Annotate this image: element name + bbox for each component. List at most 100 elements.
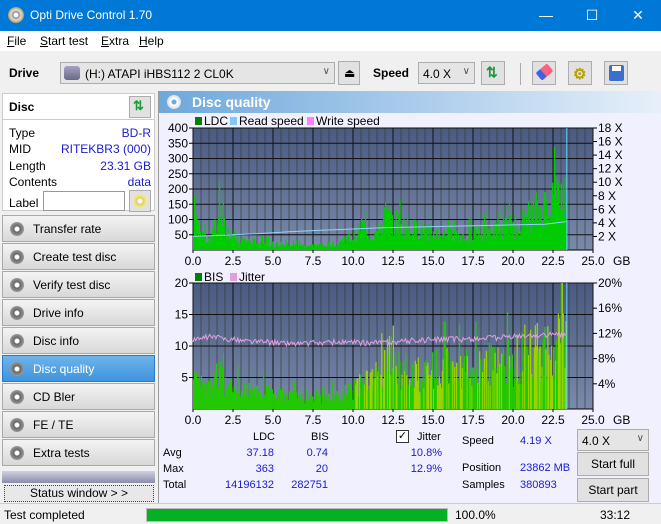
progress-bar [146, 508, 448, 522]
y-tick-label: 400 [168, 121, 188, 135]
menu-start-test[interactable]: Start test [40, 34, 88, 48]
save-button[interactable] [604, 61, 628, 85]
x-tick-label: 10.0 [341, 413, 365, 427]
maximize-button[interactable]: ☐ [569, 0, 615, 31]
nav-label: CD Bler [33, 390, 76, 404]
ldc-chart: LDC Read speed Write speed 50100 15020025030… [168, 114, 630, 268]
disc-panel-header: Disc ⇅ [3, 94, 154, 120]
disc-nav-icon [10, 278, 24, 292]
status-text: Test completed [4, 508, 85, 522]
nav-disc-info[interactable]: Disc info [2, 327, 155, 354]
start-part-button[interactable]: Start part [577, 478, 649, 502]
disc-header-label: Disc [9, 100, 35, 114]
disc-row-contents: Contents data [9, 175, 151, 191]
disc-info-panel: Disc ⇅ Type BD-R MID RITEKBR3 (000) Length… [2, 93, 155, 212]
max-label: Max [163, 463, 184, 475]
samples-value: 380893 [520, 479, 557, 491]
speed-value: 4.0 X [423, 67, 452, 81]
x-tick-label: 12.5 [381, 254, 405, 268]
y-tick-label: 200 [168, 182, 188, 196]
jitter-checkbox[interactable]: ✓ [396, 430, 409, 443]
x-tick-label: 7.5 [305, 413, 322, 427]
minimize-button[interactable]: — [523, 0, 569, 31]
legend-label-jitter: Jitter [239, 272, 265, 284]
y-tick-label: 20 [175, 276, 189, 290]
samples-label: Samples [462, 479, 505, 491]
progress-fill [147, 509, 447, 521]
disc-row-mid: MID RITEKBR3 (000) [9, 142, 151, 158]
x-tick-label: 17.5 [461, 254, 485, 268]
x-tick-label: 17.5 [461, 413, 485, 427]
y2-tick-label: 16 X [598, 135, 623, 149]
y2-tick-label: 8 X [598, 189, 616, 203]
toolbar: Drive (H:) ATAPI iHBS112 2 CL0K ∨ ⏏ Spee… [0, 51, 661, 91]
nav-disc-quality[interactable]: Disc quality [2, 355, 155, 382]
row-key: Type [9, 126, 36, 140]
ldc-header: LDC [253, 431, 276, 443]
nav-fe-te[interactable]: FE / TE [2, 411, 155, 438]
disc-nav-icon [10, 418, 24, 432]
y2-tick-label: 2 X [598, 229, 616, 243]
y-tick-label: 250 [168, 167, 188, 181]
nav-label: Disc info [33, 334, 80, 348]
start-full-button[interactable]: Start full [577, 452, 649, 476]
refresh-button[interactable]: ⇅ [481, 61, 505, 85]
bis-header: BIS [311, 431, 329, 443]
disc-nav-icon [10, 334, 24, 348]
row-key: MID [9, 142, 31, 156]
test-speed-select[interactable]: 4.0 X ∨ [577, 429, 649, 451]
max-bis: 20 [315, 463, 328, 475]
status-bar: Test completed 100.0% 33:12 [0, 503, 661, 524]
row-key: Length [9, 159, 46, 173]
x-tick-label: 2.5 [225, 413, 242, 427]
max-ldc: 363 [255, 463, 274, 475]
jitter-label: Jitter [417, 431, 441, 443]
y-tick-label: 150 [168, 197, 188, 211]
y2-tick-label: 16% [598, 301, 622, 315]
eject-button[interactable]: ⏏ [338, 61, 360, 85]
chevron-down-icon: ∨ [462, 66, 470, 77]
status-window-button[interactable]: Status window > > [4, 485, 154, 502]
settings-button[interactable]: ⚙ [568, 61, 592, 85]
nav-transfer-rate[interactable]: Transfer rate [2, 215, 155, 242]
disc-nav-icon [10, 390, 24, 404]
menu-help[interactable]: Help [139, 34, 164, 48]
label-input[interactable] [43, 191, 125, 211]
erase-button[interactable] [532, 61, 556, 85]
y2-tick-label: 8% [598, 352, 616, 366]
drive-select[interactable]: (H:) ATAPI iHBS112 2 CL0K ∨ [60, 62, 335, 84]
nav-drive-info[interactable]: Drive info [2, 299, 155, 326]
nav-label: Drive info [33, 306, 84, 320]
total-label: Total [163, 479, 187, 491]
x-tick-label: 15.0 [421, 254, 445, 268]
legend-label-bis: BIS [204, 272, 223, 284]
nav-label: Transfer rate [33, 222, 102, 236]
panel-header: Disc quality [159, 91, 661, 113]
x-tick-label: 10.0 [341, 254, 365, 268]
disc-quality-icon [167, 95, 181, 109]
test-speed-value: 4.0 X [582, 434, 611, 448]
y2-tick-label: 14 X [598, 148, 623, 162]
speed-select[interactable]: 4.0 X ∨ [418, 62, 475, 84]
row-value: 23.31 GB [100, 159, 151, 173]
disc-refresh-button[interactable]: ⇅ [129, 96, 151, 118]
sidebar: Disc ⇅ Type BD-R MID RITEKBR3 (000) Length… [0, 91, 158, 503]
y2-tick-label: 4 X [598, 216, 616, 230]
label-disc-button[interactable] [129, 190, 151, 212]
erase-icon [535, 63, 554, 81]
close-button[interactable]: ✕ [615, 0, 661, 31]
x-tick-label: 20.0 [501, 413, 525, 427]
y-tick-label: 100 [168, 213, 188, 227]
y2-tick-label: 18 X [598, 121, 623, 135]
nav-extra-tests[interactable]: Extra tests [2, 439, 155, 466]
menu-file[interactable]: File [7, 34, 26, 48]
drive-label: Drive [9, 66, 40, 80]
x-tick-label: 0.0 [185, 254, 202, 268]
avg-bis: 0.74 [306, 447, 328, 459]
settings-icon: ⚙ [573, 66, 587, 83]
nav-cd-bler[interactable]: CD Bler [2, 383, 155, 410]
elapsed-time: 33:12 [600, 508, 631, 522]
menu-extra[interactable]: Extra [101, 34, 129, 48]
nav-create-test-disc[interactable]: Create test disc [2, 243, 155, 270]
nav-verify-test-disc[interactable]: Verify test disc [2, 271, 155, 298]
